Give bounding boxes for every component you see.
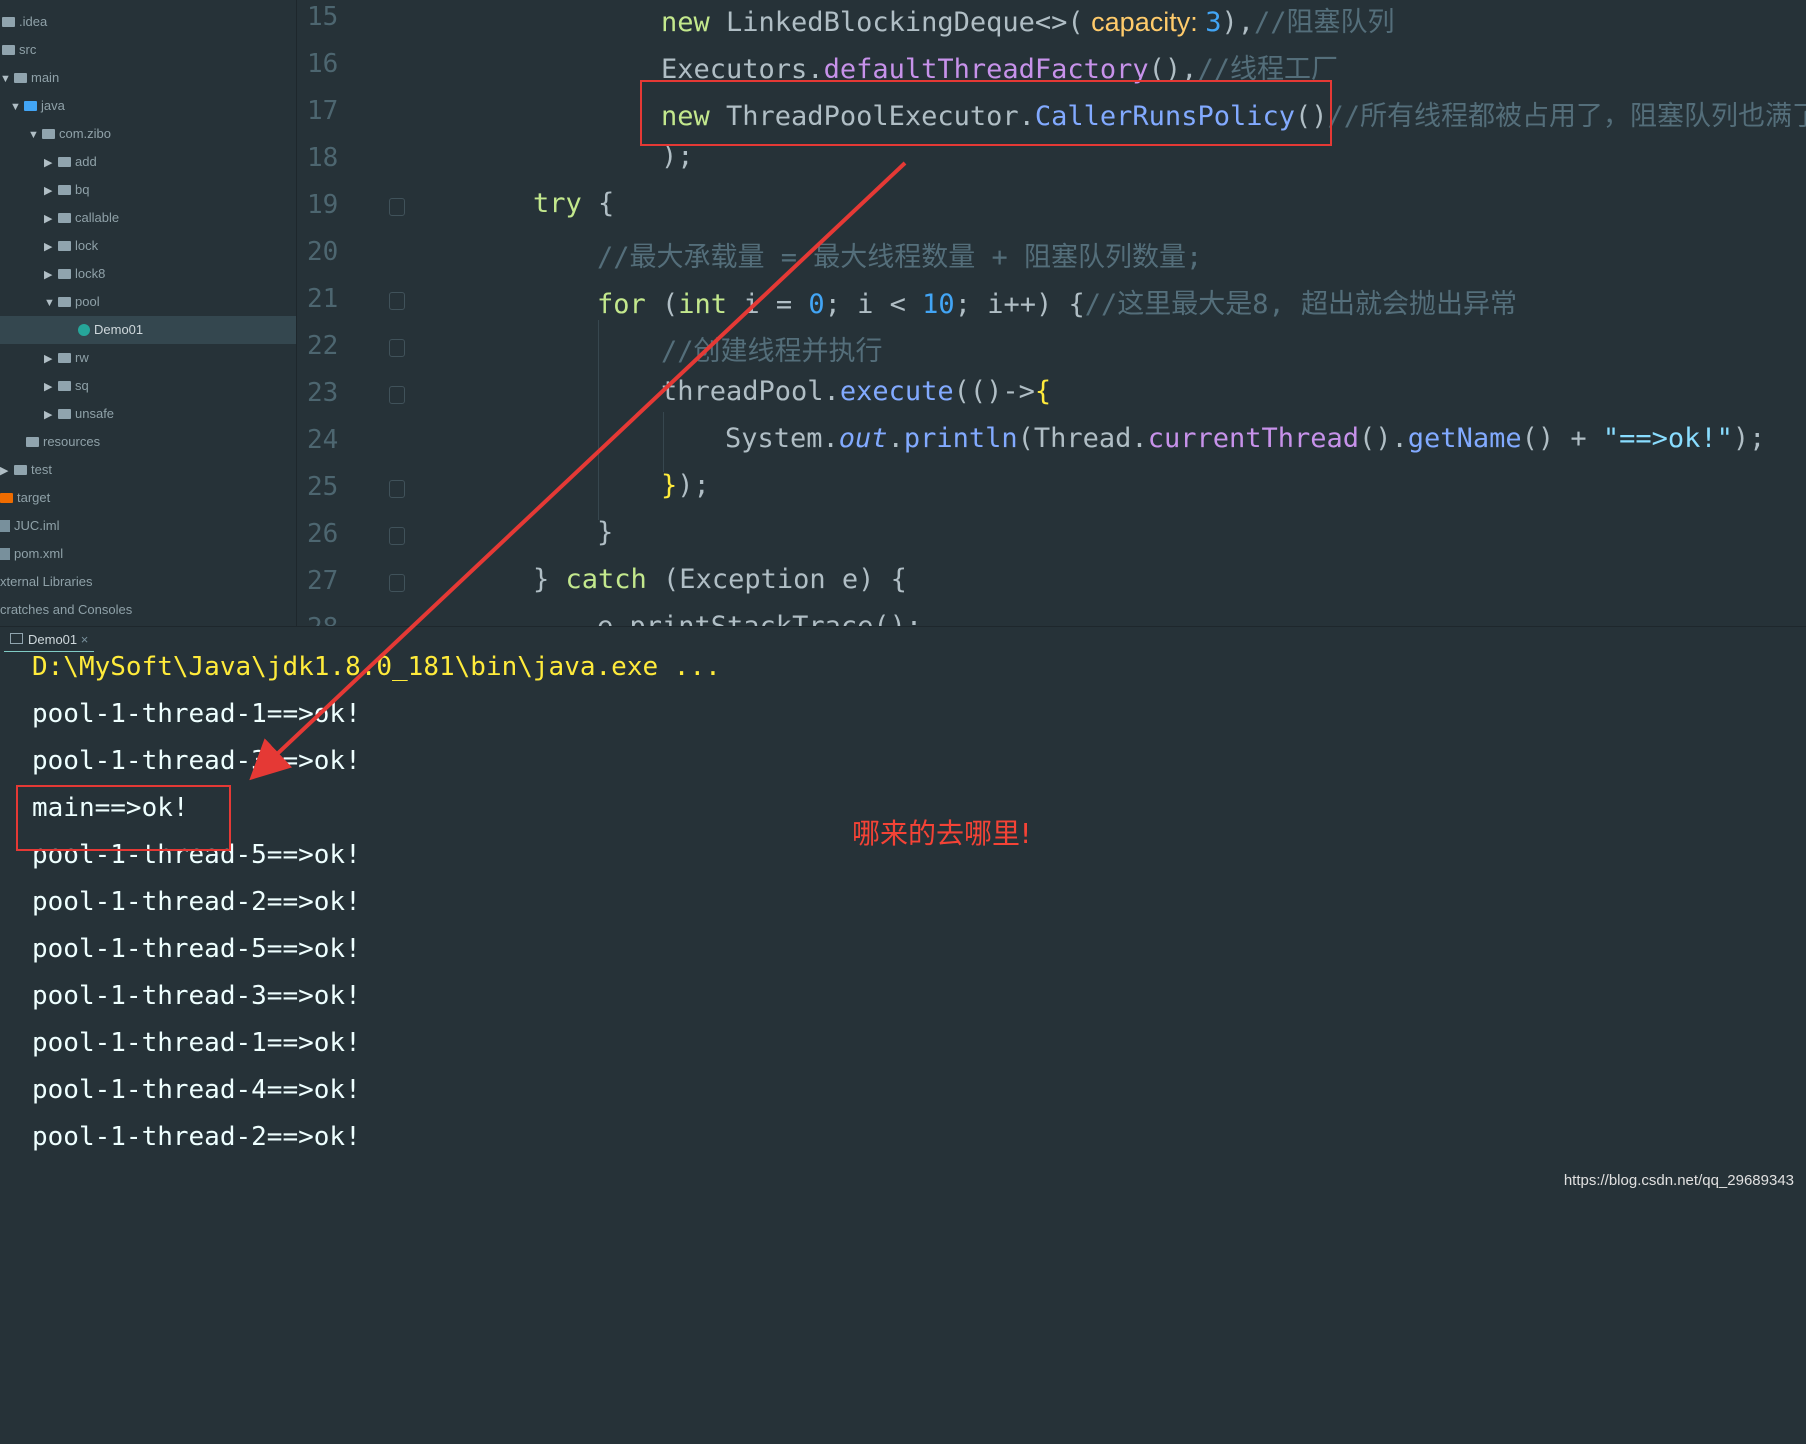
annotation-text: 哪来的去哪里! (852, 817, 1032, 850)
console-toolbar (0, 1304, 12, 1444)
watermark: https://blog.csdn.net/qq_29689343 (1563, 1172, 1794, 1189)
annotation-arrow (249, 161, 907, 781)
